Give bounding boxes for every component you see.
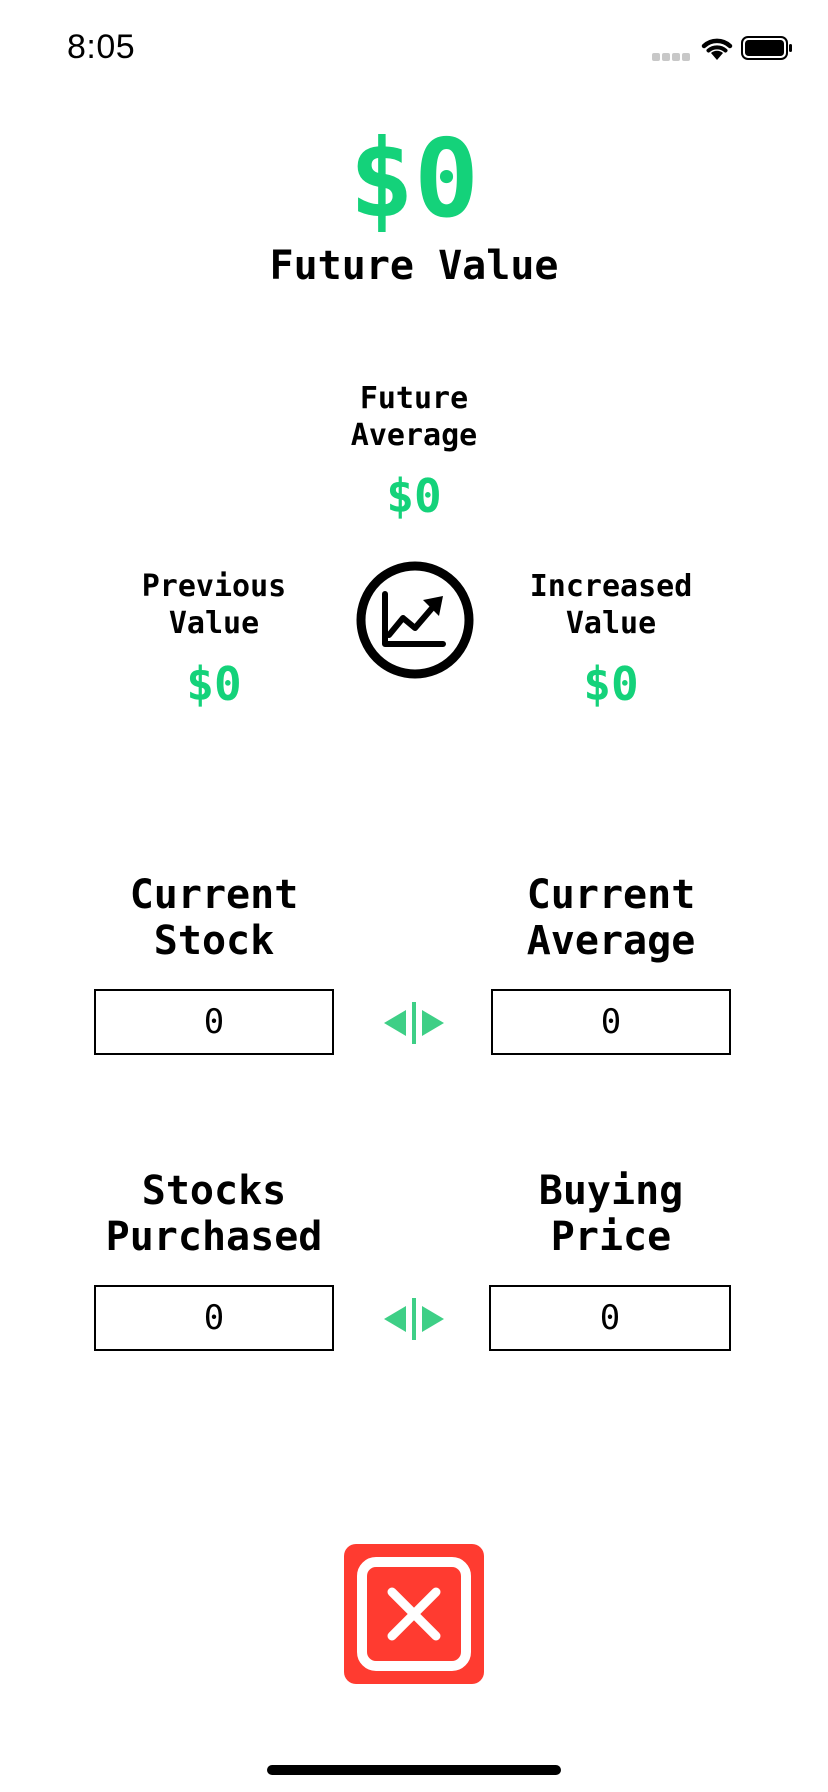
buying-price-label: Buying Price	[538, 1168, 684, 1260]
chart-line-uptrend-icon[interactable]	[355, 560, 475, 680]
current-stock-label: Current Stock	[129, 872, 299, 964]
previous-value-value: $0	[186, 657, 242, 711]
previous-value-label: Previous Value	[141, 569, 287, 641]
swap-horizontal-icon[interactable]	[382, 1000, 446, 1046]
increased-value-label: Increased Value	[529, 569, 693, 641]
current-stock-field[interactable]: 0	[94, 989, 334, 1055]
stocks-purchased-field[interactable]: 0	[94, 1285, 334, 1351]
status-time: 8:05	[67, 28, 136, 66]
cellular-signal-icon	[652, 53, 692, 63]
wifi-icon	[701, 38, 733, 60]
buying-price-field[interactable]: 0	[489, 1285, 731, 1351]
increased-value-value: $0	[583, 657, 639, 711]
current-average-label: Current Average	[526, 872, 696, 964]
future-average-label: Future Average	[350, 381, 478, 453]
current-average-field[interactable]: 0	[491, 989, 731, 1055]
battery-icon	[741, 36, 792, 60]
future-value-amount: $0	[348, 117, 480, 242]
stocks-purchased-label: Stocks Purchased	[105, 1168, 323, 1260]
swap-horizontal-icon[interactable]	[382, 1296, 446, 1342]
close-icon	[357, 1557, 471, 1671]
future-value-label: Future Value	[269, 243, 559, 289]
future-average-value: $0	[386, 469, 442, 523]
clear-button[interactable]	[344, 1544, 484, 1684]
home-indicator[interactable]	[267, 1765, 561, 1775]
